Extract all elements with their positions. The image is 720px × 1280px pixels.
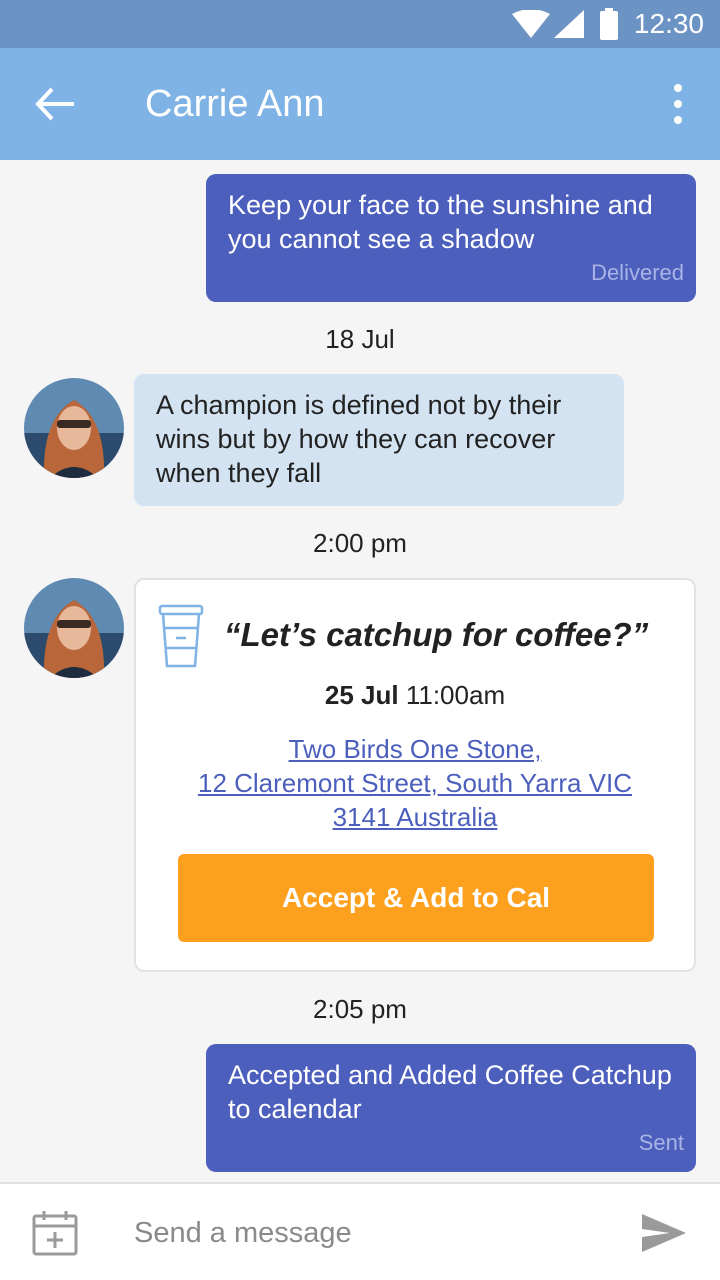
wifi-icon: [512, 10, 550, 38]
conversation-title: Carrie Ann: [145, 83, 325, 125]
message-text: Accepted and Added Coffee Catchup to cal…: [228, 1060, 672, 1124]
time-stamp: 2:05 pm: [313, 994, 407, 1024]
accept-add-to-cal-button[interactable]: Accept & Add to Cal: [178, 854, 654, 942]
message-text: Keep your face to the sunshine and you c…: [228, 190, 653, 254]
message-text: A champion is defined not by their wins …: [156, 390, 562, 488]
address-line: 12 Claremont Street, South Yarra VIC: [197, 768, 633, 798]
back-arrow-icon[interactable]: [30, 84, 78, 124]
coffee-cup-icon: [158, 604, 204, 668]
avatar-photo: [24, 578, 124, 678]
message-input[interactable]: [134, 1208, 594, 1258]
outgoing-message: Keep your face to the sunshine and you c…: [206, 174, 696, 302]
invite-title: “Let’s catchup for coffee?”: [224, 616, 649, 653]
battery-icon: [600, 8, 618, 40]
status-bar: 12:30: [0, 0, 720, 48]
address-line: 3141 Australia: [332, 802, 498, 832]
time-stamp: 2:00 pm: [313, 528, 407, 558]
sent-status: Sent: [638, 1130, 684, 1155]
avatar[interactable]: [24, 578, 124, 678]
outgoing-message: Accepted and Added Coffee Catchup to cal…: [206, 1044, 696, 1172]
delivery-status: Delivered: [591, 260, 684, 285]
invite-time: 11:00am: [405, 680, 506, 710]
event-invite-card: “Let’s catchup for coffee?” 25 Jul 11:00…: [134, 578, 696, 972]
more-options-icon[interactable]: [666, 82, 690, 126]
signal-icon: [554, 10, 584, 38]
invite-datetime: 25 Jul 11:00am: [136, 680, 694, 711]
calendar-add-icon[interactable]: [30, 1208, 80, 1258]
message-composer: [0, 1182, 720, 1280]
invite-date: 25 Jul: [324, 680, 399, 710]
date-stamp: 18 Jul: [325, 324, 395, 354]
address-line: Two Birds One Stone,: [288, 734, 542, 764]
send-icon[interactable]: [640, 1212, 688, 1254]
app-bar: Carrie Ann: [0, 48, 720, 160]
avatar[interactable]: [24, 378, 124, 478]
avatar-photo: [24, 378, 124, 478]
incoming-message: A champion is defined not by their wins …: [134, 374, 624, 506]
status-time: 12:30: [633, 8, 704, 39]
invite-address-link[interactable]: Two Birds One Stone, 12 Claremont Street…: [166, 732, 664, 834]
